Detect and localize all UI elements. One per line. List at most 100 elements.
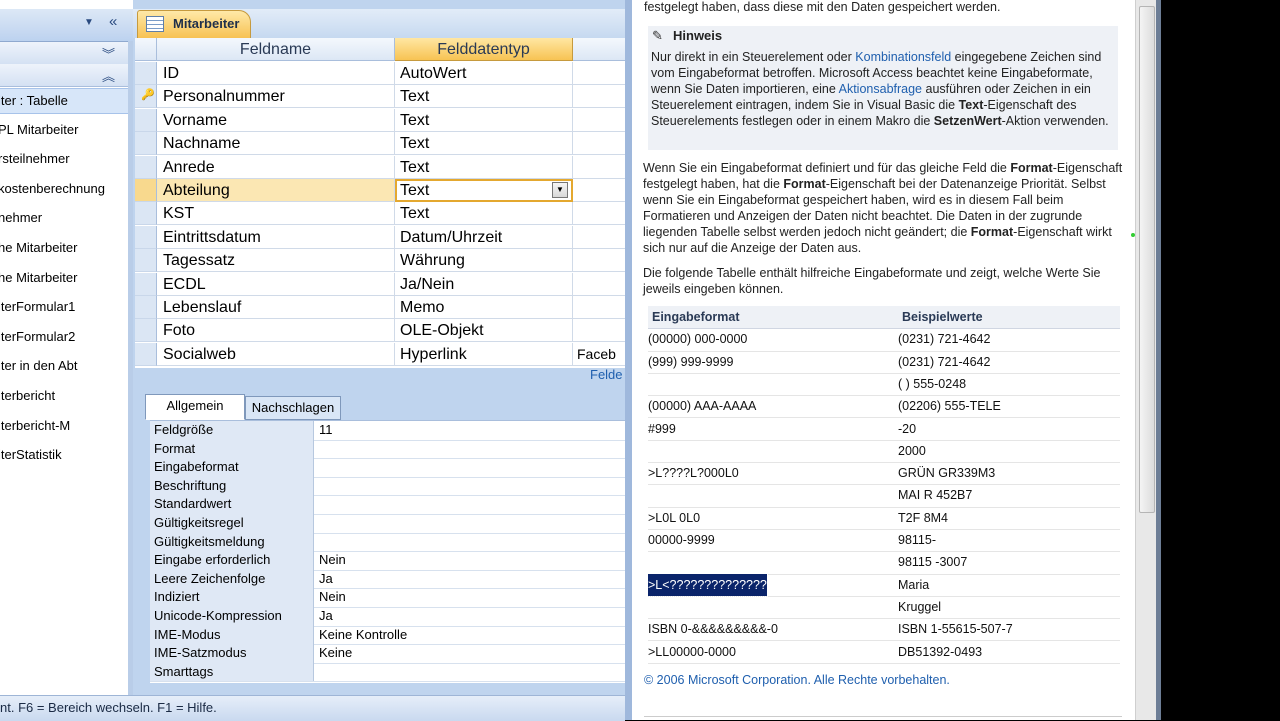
property-row[interactable]: Format	[150, 439, 625, 460]
field-description-cell[interactable]	[573, 249, 625, 273]
property-value[interactable]: Ja	[315, 570, 333, 588]
row-selector[interactable]	[135, 249, 157, 273]
row-selector[interactable]	[135, 342, 157, 366]
row-selector[interactable]	[135, 319, 157, 343]
field-description-cell[interactable]	[573, 156, 625, 179]
nav-item[interactable]: kostenberechnung	[0, 177, 128, 201]
field-type-cell[interactable]: Text	[395, 108, 573, 132]
nav-group-header-expanded[interactable]: ︽	[0, 64, 133, 87]
field-row[interactable]: Eintrittsdatum Datum/Uhrzeit	[135, 225, 625, 249]
property-row[interactable]: IME-Satzmodus Keine	[150, 644, 625, 664]
field-row[interactable]: Lebenslauf Memo	[135, 296, 625, 319]
link-kombinationsfeld[interactable]: Kombinationsfeld	[855, 50, 951, 64]
nav-item[interactable]: iterbericht	[0, 384, 128, 408]
field-name-cell[interactable]: Socialweb	[157, 342, 395, 366]
tab-allgemein[interactable]: Allgemein	[145, 394, 245, 420]
field-row[interactable]: 🔑 Personalnummer Text	[135, 85, 625, 109]
document-tab-mitarbeiter[interactable]: Mitarbeiter	[137, 10, 251, 38]
field-row[interactable]: KST Text	[135, 202, 625, 226]
field-type-cell[interactable]: Währung	[395, 249, 573, 273]
property-value[interactable]: Keine Kontrolle	[315, 626, 407, 644]
field-description-cell[interactable]	[573, 85, 625, 109]
field-description-cell[interactable]	[573, 62, 625, 85]
nav-collapse-icon[interactable]: «	[109, 14, 117, 30]
row-selector[interactable]	[135, 179, 157, 202]
field-type-cell[interactable]: Text	[395, 132, 573, 156]
property-row[interactable]: Feldgröße 11	[150, 421, 625, 441]
property-row[interactable]: Smarttags	[150, 662, 625, 683]
field-name-cell[interactable]: Nachname	[157, 132, 395, 156]
row-selector[interactable]	[135, 296, 157, 319]
column-header-fieldname[interactable]: Feldname	[157, 38, 395, 61]
field-description-cell[interactable]: Faceb	[573, 343, 625, 366]
nav-item[interactable]: iterStatistik	[0, 443, 128, 467]
field-type-cell[interactable]: AutoWert	[395, 62, 573, 85]
scrollbar-thumb[interactable]	[1139, 6, 1155, 513]
property-row[interactable]: Gültigkeitsmeldung	[150, 532, 625, 553]
property-value[interactable]: 11	[315, 421, 333, 439]
property-value[interactable]: Nein	[315, 551, 346, 569]
field-row[interactable]: Abteilung Text ▼	[135, 179, 625, 202]
property-row[interactable]: Beschriftung	[150, 476, 625, 497]
nav-menu-dropdown-icon[interactable]: ▼	[84, 17, 94, 28]
property-value[interactable]: Nein	[315, 588, 346, 606]
column-header-datatype[interactable]: Felddatentyp	[395, 38, 573, 61]
column-header-description[interactable]	[573, 38, 625, 61]
field-type-cell[interactable]: OLE-Objekt	[395, 319, 573, 343]
nav-item[interactable]: PL Mitarbeiter	[0, 118, 128, 142]
nav-item[interactable]: nehmer	[0, 206, 128, 230]
field-name-cell[interactable]: Personalnummer	[157, 85, 395, 109]
field-name-cell[interactable]: Foto	[157, 319, 395, 343]
row-selector[interactable]	[135, 272, 157, 296]
field-name-cell[interactable]: KST	[157, 202, 395, 226]
row-selector[interactable]	[135, 132, 157, 156]
copyright-link[interactable]: © 2006 Microsoft Corporation. Alle Recht…	[644, 672, 950, 688]
row-selector-header[interactable]	[135, 38, 157, 61]
field-description-cell[interactable]	[573, 202, 625, 226]
field-name-cell[interactable]: Anrede	[157, 155, 395, 179]
field-type-cell[interactable]: Hyperlink	[395, 342, 573, 366]
field-name-cell[interactable]: Tagessatz	[157, 249, 395, 273]
link-aktionsabfrage[interactable]: Aktionsabfrage	[839, 82, 922, 96]
field-name-cell[interactable]: Abteilung	[157, 179, 395, 202]
property-row[interactable]: Gültigkeitsregel	[150, 514, 625, 534]
field-row[interactable]: Foto OLE-Objekt	[135, 319, 625, 343]
row-selector[interactable]	[135, 225, 157, 249]
field-row[interactable]: ID AutoWert	[135, 62, 625, 85]
field-row[interactable]: ECDL Ja/Nein	[135, 272, 625, 296]
field-name-cell[interactable]: Vorname	[157, 108, 395, 132]
nav-item[interactable]: iter : Tabelle	[0, 88, 128, 114]
field-description-cell[interactable]	[573, 109, 625, 132]
nav-item[interactable]: iter in den Abt	[0, 354, 128, 378]
nav-item[interactable]: iterFormular1	[0, 295, 128, 319]
field-type-cell[interactable]: Datum/Uhrzeit	[395, 225, 573, 249]
property-row[interactable]: Standardwert	[150, 495, 625, 515]
field-description-cell[interactable]	[573, 179, 625, 202]
field-description-cell[interactable]	[573, 273, 625, 296]
property-row[interactable]: Eingabe erforderlich Nein	[150, 551, 625, 571]
field-type-cell[interactable]: Text	[395, 155, 573, 179]
field-type-cell[interactable]: Ja/Nein	[395, 272, 573, 296]
field-row[interactable]: Anrede Text	[135, 155, 625, 179]
field-name-cell[interactable]: Eintrittsdatum	[157, 225, 395, 249]
field-description-cell[interactable]	[573, 319, 625, 343]
property-row[interactable]: Unicode-Kompression Ja	[150, 607, 625, 627]
field-description-cell[interactable]	[573, 226, 625, 249]
tab-nachschlagen[interactable]: Nachschlagen	[245, 396, 341, 420]
nav-item[interactable]: rsteilnehmer	[0, 147, 128, 171]
field-type-cell[interactable]: Text	[395, 202, 573, 226]
field-name-cell[interactable]: Lebenslauf	[157, 296, 395, 319]
property-value[interactable]: Keine	[315, 644, 352, 662]
field-row[interactable]: Vorname Text	[135, 108, 625, 132]
row-selector[interactable]	[135, 155, 157, 179]
field-description-cell[interactable]	[573, 132, 625, 156]
field-row[interactable]: Socialweb Hyperlink Faceb	[135, 342, 625, 366]
field-type-cell[interactable]: Memo	[395, 296, 573, 319]
row-selector[interactable]	[135, 62, 157, 85]
property-row[interactable]: Indiziert Nein	[150, 588, 625, 608]
row-selector[interactable]	[135, 108, 157, 132]
nav-item[interactable]: he Mitarbeiter	[0, 236, 128, 260]
property-value[interactable]: Ja	[315, 607, 333, 625]
help-scrollbar[interactable]	[1135, 0, 1157, 720]
field-name-cell[interactable]: ECDL	[157, 272, 395, 296]
